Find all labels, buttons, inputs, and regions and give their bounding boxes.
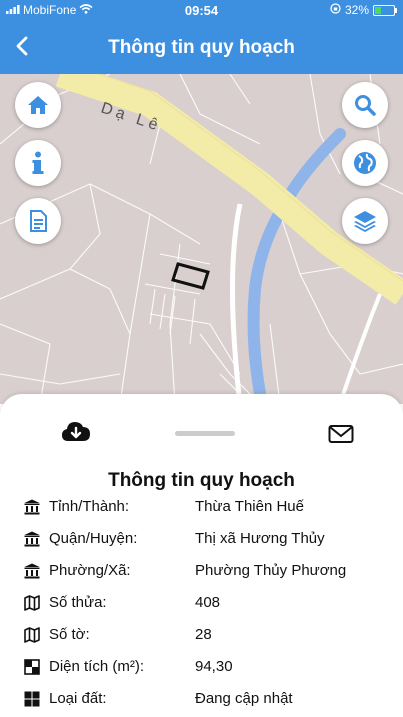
cloud-download-icon	[62, 422, 90, 441]
info-row-value: Thừa Thiên Huế	[195, 498, 304, 515]
layers-icon	[354, 211, 376, 232]
map-icon	[24, 595, 40, 611]
info-row: Tỉnh/Thành: Thừa Thiên Huế	[0, 495, 403, 519]
bank-icon	[24, 563, 40, 579]
orientation-lock-icon	[330, 3, 341, 17]
sheet-title: Thông tin quy hoạch	[108, 470, 295, 491]
map-canvas[interactable]: Dạ Lê	[0, 74, 403, 404]
status-bar: MobiFone 09:54 32%	[0, 0, 403, 22]
bank-icon	[24, 499, 40, 515]
info-row-label: Tỉnh/Thành:	[49, 498, 130, 515]
info-sheet: Thông tin quy hoạch Tỉnh/Thành: Thừa Thiê…	[0, 394, 403, 717]
globe-button[interactable]	[342, 140, 388, 186]
info-row-value: Thị xã Hương Thủy	[195, 530, 325, 547]
document-button[interactable]	[15, 198, 61, 244]
mail-icon	[328, 425, 354, 443]
document-icon	[30, 210, 47, 232]
info-row: Loại đất: Đang cập nhật	[0, 687, 403, 711]
search-button[interactable]	[342, 82, 388, 128]
drag-handle[interactable]	[175, 431, 235, 436]
area-icon	[24, 659, 40, 675]
map-icon	[24, 627, 40, 643]
info-row-value: Đang cập nhật	[195, 690, 293, 707]
info-row-label: Số thửa:	[49, 594, 107, 611]
battery-percent: 32%	[344, 3, 369, 17]
info-row: Số thửa: 408	[0, 591, 403, 615]
map-view[interactable]: Dạ Lê	[0, 74, 403, 404]
info-row-label: Loại đất:	[49, 690, 107, 707]
info-row-value: 94,30	[195, 658, 233, 675]
page-title: Thông tin quy hoạch	[108, 37, 295, 58]
info-row-label: Diện tích (m²):	[49, 658, 145, 675]
battery-icon	[373, 4, 397, 16]
info-button[interactable]	[15, 140, 61, 186]
info-row: Diện tích (m²): 94,30	[0, 655, 403, 679]
app-header: MobiFone 09:54 32% Thông tin quy hoạch	[0, 0, 403, 74]
search-icon	[355, 95, 376, 116]
info-row-value: 28	[195, 626, 212, 643]
info-row-label: Phường/Xã:	[49, 562, 131, 579]
info-row: Số tờ: 28	[0, 623, 403, 647]
mail-button[interactable]	[328, 424, 354, 444]
download-button[interactable]	[61, 420, 91, 444]
info-icon	[32, 151, 44, 174]
home-button[interactable]	[15, 82, 61, 128]
layers-button[interactable]	[342, 198, 388, 244]
home-icon	[28, 96, 48, 114]
info-row-value: Phường Thủy Phương	[195, 562, 347, 579]
info-row: Phường/Xã: Phường Thủy Phương	[0, 559, 403, 583]
info-row: Quận/Huyện: Thị xã Hương Thủy	[0, 527, 403, 551]
info-row-label: Số tờ:	[49, 626, 90, 643]
grid-icon	[24, 691, 40, 707]
globe-icon	[354, 152, 376, 174]
info-row-label: Quận/Huyện:	[49, 530, 138, 547]
bank-icon	[24, 531, 40, 547]
info-row-value: 408	[195, 594, 221, 611]
